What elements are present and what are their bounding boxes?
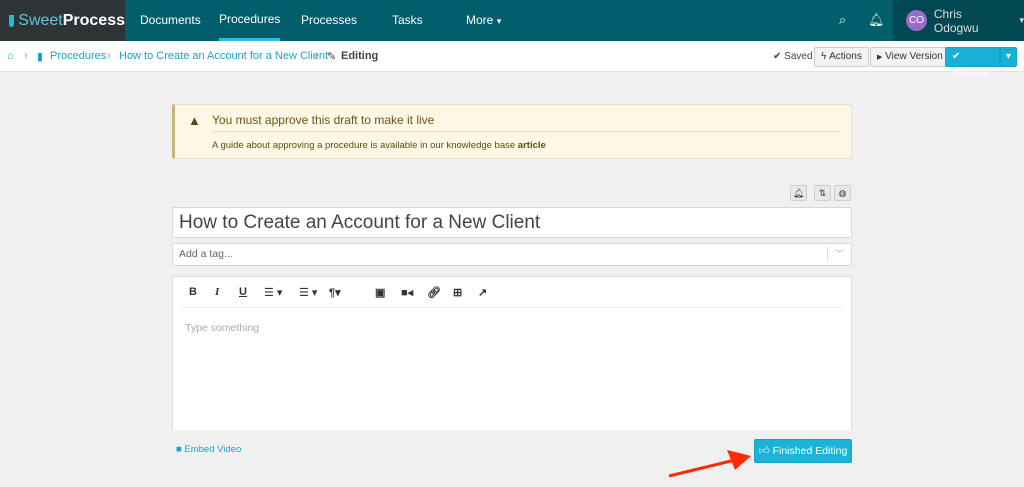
nav-processes[interactable]: Processes xyxy=(301,0,357,41)
paragraph-icon[interactable]: ¶▾ xyxy=(329,286,341,299)
search-icon[interactable]: ⌕ xyxy=(839,12,846,28)
bullet-list-icon[interactable]: ☰ ▾ xyxy=(299,286,317,299)
bold-icon[interactable]: B xyxy=(189,286,197,298)
approve-dropdown[interactable]: ▾ xyxy=(1000,47,1017,67)
breadcrumb-procedure[interactable]: How to Create an Account for a New Clien… xyxy=(119,50,328,62)
video-icon[interactable]: ■◂ xyxy=(401,286,413,299)
warning-icon: ▲ xyxy=(188,113,201,128)
alert-text: A guide about approving a procedure is a… xyxy=(212,140,546,151)
saved-label: Saved xyxy=(784,51,813,62)
bolt-icon: ϟ xyxy=(821,51,827,62)
divider xyxy=(181,307,843,308)
body-placeholder: Type something xyxy=(185,322,260,334)
sort-button[interactable]: ⇅ xyxy=(814,185,831,201)
tag-input[interactable]: Add a tag... ﹀ xyxy=(172,243,852,266)
nav-tasks[interactable]: Tasks xyxy=(392,0,423,41)
top-nav: Sweet Process Documents Procedures Proces… xyxy=(0,0,1024,41)
breadcrumb-separator: › xyxy=(24,50,28,62)
saved-status: ✔ Saved xyxy=(773,51,813,62)
caret-right-icon: ▶ xyxy=(877,54,883,61)
alert-text-body: A guide about approving a procedure is a… xyxy=(212,140,516,151)
approve-label: Approve xyxy=(952,69,990,80)
breadcrumb: ⌂ › ▮ Procedures › How to Create an Acco… xyxy=(0,41,1024,80)
italic-icon[interactable]: I xyxy=(215,286,219,298)
link-icon[interactable]: 🔗︎ xyxy=(427,286,441,299)
approval-alert: ▲ You must approve this draft to make it… xyxy=(172,104,852,159)
chevron-down-icon: ▾ xyxy=(1019,15,1024,25)
view-version-label: View Version xyxy=(885,51,943,62)
user-name: Chris Odogwu xyxy=(933,6,979,35)
video-icon: ■ xyxy=(176,444,182,455)
chevron-down-icon[interactable]: ﹀ xyxy=(827,247,851,262)
home-icon[interactable]: ⌂ xyxy=(7,50,14,62)
nav-procedures[interactable]: Procedures xyxy=(219,0,281,41)
breadcrumb-separator: › xyxy=(107,50,111,62)
finished-editing-button[interactable]: 👍︎ Finished Editing xyxy=(754,439,852,463)
cup-icon xyxy=(9,14,15,27)
approve-button[interactable]: ✔ Approve xyxy=(945,47,1000,80)
image-icon[interactable]: ▣ xyxy=(375,286,385,299)
rich-text-editor[interactable]: B I U ☰ ▾ ☰ ▾ ¶▾ ▣ ■◂ 🔗︎ ⊞ ↗ Type someth… xyxy=(172,276,852,430)
user-menu[interactable]: CO Chris Odogwu ▾ xyxy=(893,0,1024,41)
breadcrumb-separator: › xyxy=(315,50,319,62)
logo[interactable]: Sweet Process xyxy=(0,0,125,41)
embed-video-link[interactable]: ■ Embed Video xyxy=(176,444,241,455)
nav-documents[interactable]: Documents xyxy=(140,0,201,41)
tag-placeholder: Add a tag... xyxy=(179,248,233,260)
breadcrumb-procedures[interactable]: Procedures xyxy=(50,50,106,62)
article-link[interactable]: article xyxy=(518,140,546,151)
finished-editing-label: Finished Editing xyxy=(772,445,848,457)
avatar: CO xyxy=(906,10,927,31)
breadcrumb-current: Editing xyxy=(341,50,379,62)
actions-button[interactable]: ϟ Actions xyxy=(814,47,869,67)
title-input[interactable]: How to Create an Account for a New Clien… xyxy=(172,207,852,238)
chevron-down-icon: ▾ xyxy=(496,16,502,26)
view-version-button[interactable]: ▶ View Version xyxy=(870,47,950,67)
thumbs-up-icon: 👍︎ xyxy=(758,445,770,457)
nav-more-label: More xyxy=(466,13,494,27)
red-arrow-annotation xyxy=(668,450,751,478)
alert-title: You must approve this draft to make it l… xyxy=(212,113,435,127)
underline-icon[interactable]: U xyxy=(239,286,247,298)
notify-bell-button[interactable]: 🔔︎ xyxy=(790,185,807,201)
bell-icon[interactable]: 🔔︎ xyxy=(868,12,885,28)
globe-button[interactable]: ◍ xyxy=(834,185,851,201)
document-icon: ▮ xyxy=(37,51,44,63)
pencil-icon: ✎ xyxy=(327,51,337,63)
table-icon[interactable]: ⊞ xyxy=(453,286,462,299)
check-icon: ✔ xyxy=(952,51,961,62)
embed-video-label: Embed Video xyxy=(184,444,242,455)
ordered-list-icon[interactable]: ☰ ▾ xyxy=(264,286,282,299)
external-link-icon[interactable]: ↗ xyxy=(478,286,487,299)
divider xyxy=(212,131,839,132)
nav-more[interactable]: More ▾ xyxy=(466,0,501,41)
actions-label: Actions xyxy=(829,51,862,62)
